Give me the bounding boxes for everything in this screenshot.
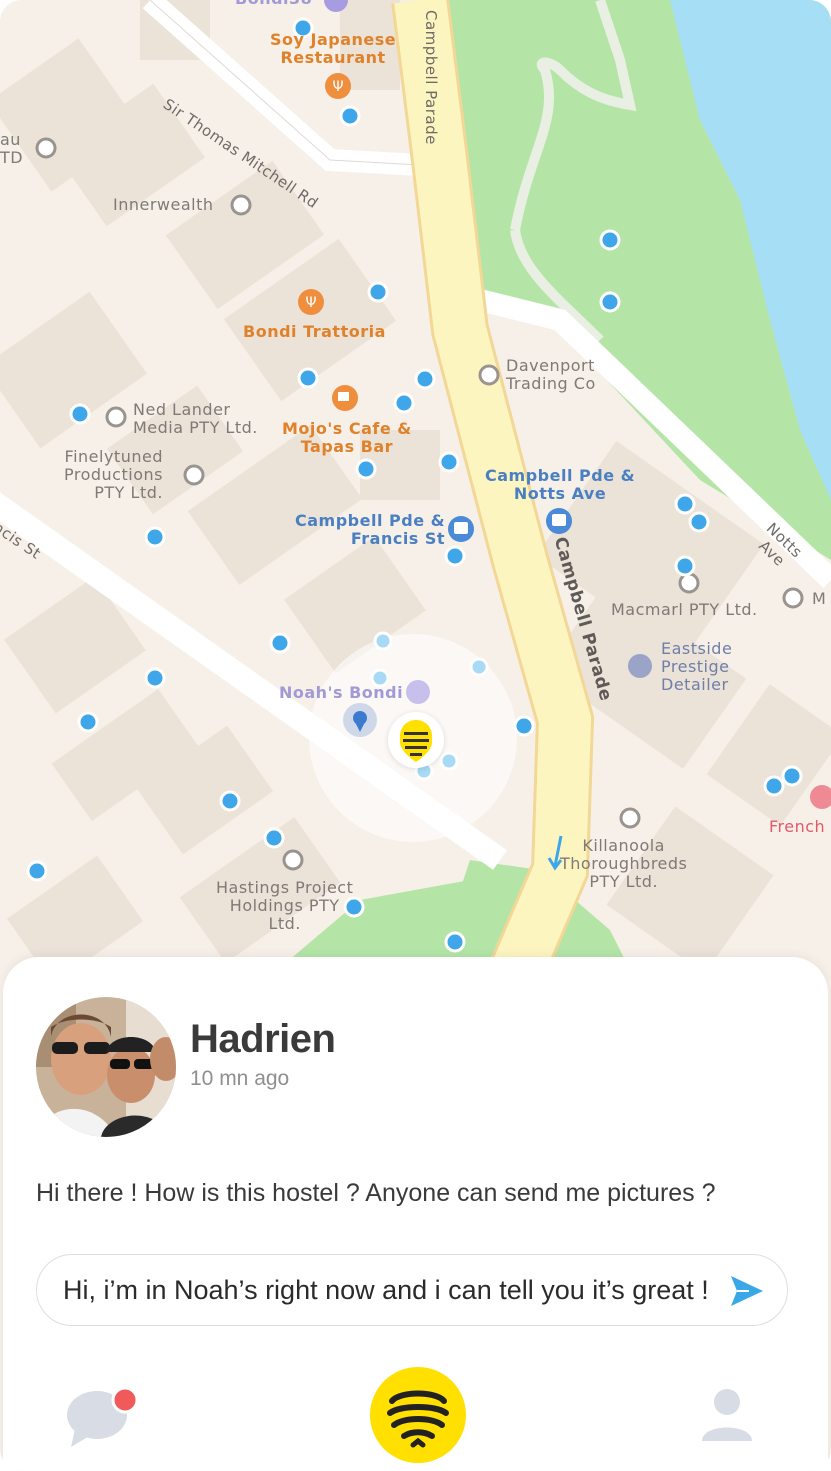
svg-text:Ψ: Ψ (332, 79, 343, 95)
map-label-campbell-francis-stop[interactable]: Campbell Pde & Francis St (295, 512, 445, 548)
unread-badge (111, 1386, 139, 1414)
hive-logo-icon (387, 1390, 449, 1448)
map-canvas: Ψ Ψ (0, 0, 831, 1010)
map-label-campbell-parade-top: Campbell Parade (422, 10, 440, 145)
map-label-mojos-cafe[interactable]: Mojo's Cafe & Tapas Bar (282, 420, 412, 456)
map-label-ned-lander[interactable]: Ned Lander Media PTY Ltd. (133, 401, 258, 437)
hive-icon (400, 720, 432, 762)
avatar-photo (36, 997, 176, 1137)
nav-profile-button[interactable] (699, 1387, 755, 1443)
map-view[interactable]: Ψ Ψ Soy Japanese Restaurant Sir Thomas M… (0, 0, 831, 1010)
post-message: Hi there ! How is this hostel ? Anyone c… (36, 1179, 716, 1207)
reply-input[interactable]: Hi, i’m in Noah’s right now and i can te… (63, 1275, 709, 1306)
map-label-bondi-trattoria[interactable]: Bondi Trattoria (243, 323, 386, 341)
map-label-killanoola[interactable]: Killanoola Thoroughbreds PTY Ltd. (560, 837, 687, 891)
svg-text:Ψ: Ψ (305, 295, 316, 311)
send-button[interactable] (727, 1271, 767, 1311)
map-label-soy-japanese[interactable]: Soy Japanese Restaurant (270, 31, 396, 67)
map-label-finelytuned[interactable]: Finelytuned Productions PTY Ltd. (64, 448, 163, 502)
reply-input-container[interactable]: Hi, i’m in Noah’s right now and i can te… (36, 1254, 788, 1326)
map-label-macmarl[interactable]: Macmarl PTY Ltd. (611, 601, 758, 619)
map-label-french[interactable]: French (769, 818, 825, 836)
map-label-eastside-prestige[interactable]: Eastside Prestige Detailer (661, 640, 732, 694)
app-screen: Ψ Ψ Soy Japanese Restaurant Sir Thomas M… (0, 0, 831, 1471)
nav-home-button[interactable] (370, 1367, 466, 1463)
map-label-hastings[interactable]: Hastings Project Holdings PTY Ltd. (216, 879, 353, 933)
user-hive-marker[interactable] (388, 712, 444, 768)
send-icon (731, 1276, 763, 1306)
person-icon (702, 1389, 752, 1441)
map-label-campbell-notts-stop[interactable]: Campbell Pde & Notts Ave (485, 467, 635, 503)
map-label-au-ltd: au TD (0, 130, 24, 167)
map-label-bondi38: Bondi38 (235, 0, 312, 8)
user-name[interactable]: Hadrien (190, 1017, 336, 1062)
avatar[interactable] (36, 997, 176, 1137)
map-label-noahs-bondi[interactable]: Noah's Bondi (279, 684, 403, 702)
post-card: Hadrien 10 mn ago Hi there ! How is this… (3, 957, 828, 1471)
map-label-davenport[interactable]: Davenport Trading Co (506, 357, 596, 393)
map-label-m-partial: M (812, 589, 827, 608)
chat-bubble-icon (67, 1386, 139, 1447)
map-label-innerwealth[interactable]: Innerwealth (113, 196, 214, 214)
post-timestamp: 10 mn ago (190, 1067, 290, 1090)
nav-chat-button[interactable] (63, 1386, 143, 1449)
